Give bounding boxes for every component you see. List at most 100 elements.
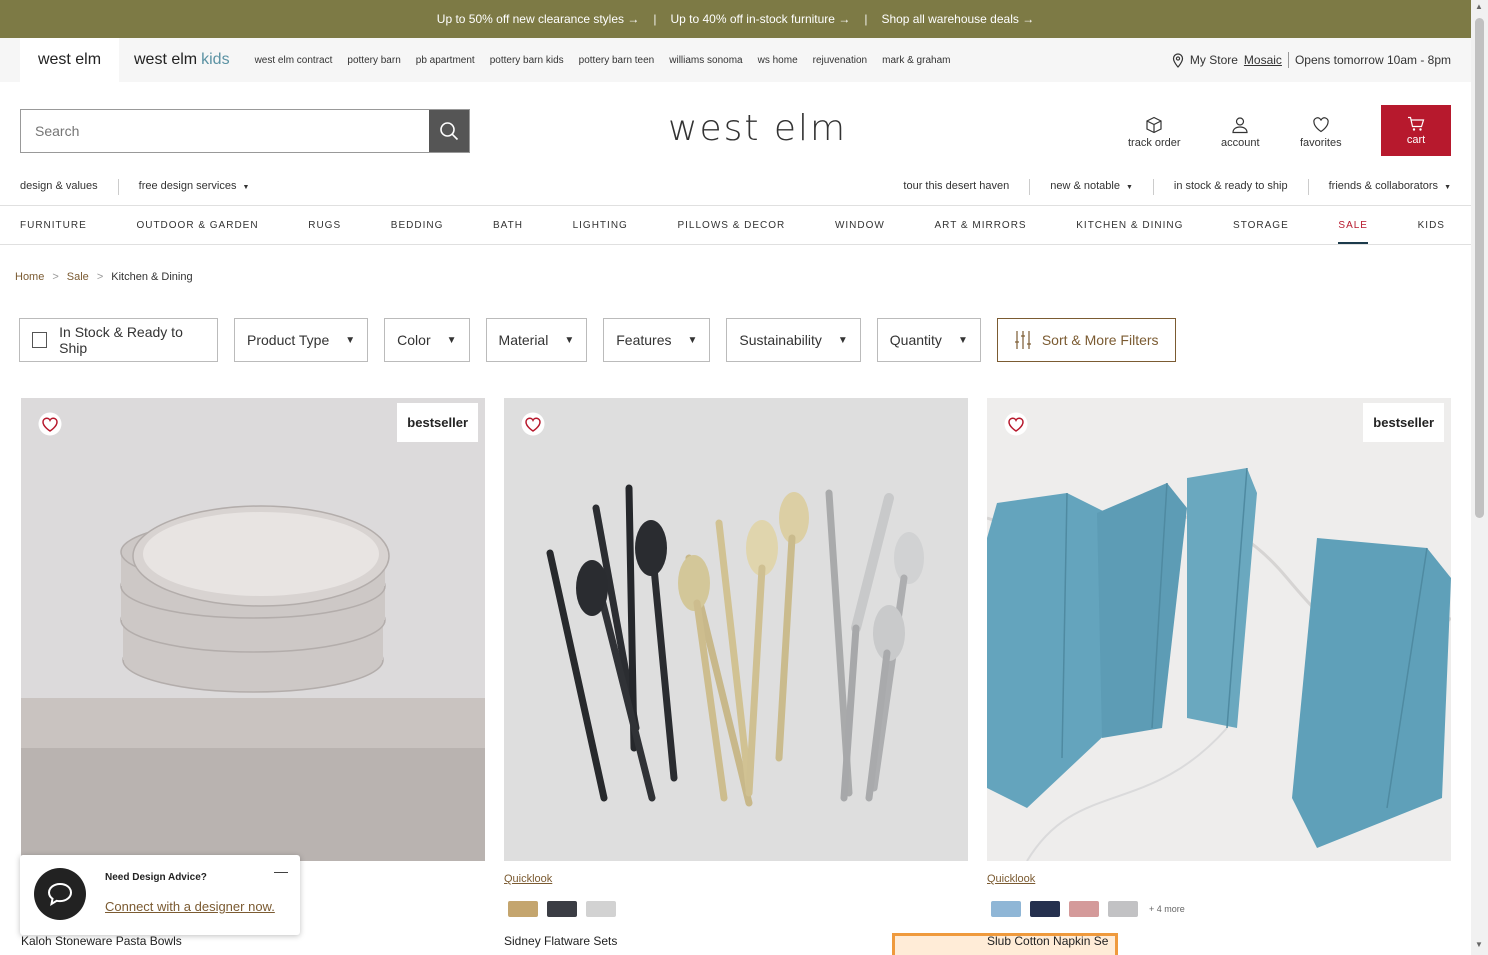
site-logo[interactable]: west elm <box>668 108 847 149</box>
nav-furniture[interactable]: FURNITURE <box>20 220 87 231</box>
swatch-pink[interactable] <box>1069 901 1099 917</box>
account-link[interactable]: account <box>1221 116 1260 149</box>
quicklook-link[interactable]: Quicklook <box>987 873 1035 885</box>
design-values-link[interactable]: design & values <box>20 180 98 195</box>
nav-window[interactable]: WINDOW <box>835 220 885 231</box>
sister-site-link[interactable]: williams sonoma <box>669 55 742 66</box>
scrollbar-thumb[interactable] <box>1475 18 1484 518</box>
nav-bedding[interactable]: BEDDING <box>391 220 444 231</box>
sister-site-link[interactable]: pottery barn <box>347 55 400 66</box>
main-navigation: FURNITURE OUTDOOR & GARDEN RUGS BEDDING … <box>0 205 1471 245</box>
sister-site-link[interactable]: mark & graham <box>882 55 950 66</box>
nav-sale[interactable]: SALE <box>1338 220 1368 244</box>
location-pin-icon <box>1172 52 1184 68</box>
sister-site-link[interactable]: pb apartment <box>416 55 475 66</box>
store-name-link[interactable]: Mosaic <box>1244 53 1282 67</box>
breadcrumb-home[interactable]: Home <box>15 271 44 283</box>
filter-sustainability[interactable]: Sustainability ▼ <box>726 318 861 362</box>
promo-clearance-link[interactable]: Up to 50% off new clearance styles → <box>437 12 640 26</box>
nav-storage[interactable]: STORAGE <box>1233 220 1289 231</box>
nav-pillows-decor[interactable]: PILLOWS & DECOR <box>677 220 785 231</box>
color-swatches <box>508 901 616 917</box>
product-image-napkins[interactable]: bestseller <box>987 398 1451 861</box>
sister-site-link[interactable]: ws home <box>758 55 798 66</box>
nav-outdoor-garden[interactable]: OUTDOOR & GARDEN <box>136 220 258 231</box>
swatch-gray[interactable] <box>1108 901 1138 917</box>
product-image-bowls[interactable]: bestseller <box>21 398 485 861</box>
bowls-photo <box>21 398 485 861</box>
box-icon <box>1146 116 1162 134</box>
checkbox[interactable] <box>32 332 48 348</box>
product-name[interactable]: Sidney Flatware Sets <box>504 934 617 948</box>
nav-kitchen-dining[interactable]: KITCHEN & DINING <box>1076 220 1183 231</box>
chat-minimize-button[interactable]: — <box>274 863 288 879</box>
sister-sites: west elm contract pottery barn pb apartm… <box>255 55 951 66</box>
scroll-up-arrow-icon[interactable]: ▲ <box>1475 2 1483 11</box>
filter-material[interactable]: Material ▼ <box>485 318 588 362</box>
scrollbar[interactable]: ▲ ▼ <box>1471 0 1488 955</box>
filter-features[interactable]: Features ▼ <box>603 318 711 362</box>
breadcrumb-sale[interactable]: Sale <box>67 271 89 283</box>
nav-bath[interactable]: BATH <box>493 220 523 231</box>
caret-down-icon: ▼ <box>564 334 575 346</box>
sister-site-link[interactable]: pottery barn teen <box>579 55 655 66</box>
quicklook-link[interactable]: Quicklook <box>504 873 552 885</box>
in-stock-checkbox-filter[interactable]: In Stock & Ready to Ship <box>19 318 218 362</box>
caret-down-icon: ▼ <box>687 334 698 346</box>
product-card[interactable]: bestseller <box>987 398 1451 861</box>
new-notable-link[interactable]: new & notable ▼ <box>1050 180 1133 195</box>
sort-more-filters-label: Sort & More Filters <box>1041 332 1159 348</box>
promo-furniture-link[interactable]: Up to 40% off in-stock furniture → <box>670 12 850 26</box>
search-input[interactable] <box>21 110 429 152</box>
search-button[interactable] <box>429 110 469 152</box>
swatch-gold[interactable] <box>508 901 538 917</box>
product-name[interactable]: Slub Cotton Napkin Se <box>987 934 1108 948</box>
nav-lighting[interactable]: LIGHTING <box>573 220 628 231</box>
more-swatches-link[interactable]: + 4 more <box>1149 904 1185 914</box>
friends-collaborators-label: friends & collaborators <box>1328 180 1439 192</box>
favorites-link[interactable]: favorites <box>1300 116 1342 149</box>
cart-label: cart <box>1406 133 1426 146</box>
promo-separator: | <box>864 12 868 26</box>
filter-product-type[interactable]: Product Type ▼ <box>234 318 369 362</box>
filter-quantity[interactable]: Quantity ▼ <box>876 318 981 362</box>
track-order-link[interactable]: track order <box>1128 116 1181 149</box>
bestseller-badge: bestseller <box>1363 403 1444 442</box>
scroll-down-arrow-icon[interactable]: ▼ <box>1475 940 1483 949</box>
brand-tab-west-elm-kids[interactable]: west elm kids <box>119 38 245 82</box>
swatch-light-blue[interactable] <box>991 901 1021 917</box>
sister-site-link[interactable]: west elm contract <box>255 55 333 66</box>
product-image-flatware[interactable] <box>504 398 968 861</box>
product-card[interactable] <box>504 398 968 861</box>
nav-art-mirrors[interactable]: ART & MIRRORS <box>935 220 1027 231</box>
favorite-heart-icon[interactable] <box>38 412 62 436</box>
sort-more-filters-button[interactable]: Sort & More Filters <box>996 318 1176 362</box>
sister-site-link[interactable]: pottery barn kids <box>490 55 564 66</box>
free-design-services-label: free design services <box>138 180 237 192</box>
free-design-services-link[interactable]: free design services ▼ <box>139 180 250 195</box>
swatch-black[interactable] <box>547 901 577 917</box>
brand-bar: west elm west elm kids west elm contract … <box>0 38 1471 82</box>
design-advice-chat-widget[interactable]: Need Design Advice? Connect with a desig… <box>20 855 300 935</box>
subnav-divider <box>1029 179 1031 195</box>
product-card[interactable]: bestseller <box>21 398 485 861</box>
friends-collaborators-link[interactable]: friends & collaborators ▼ <box>1329 180 1451 195</box>
connect-designer-link[interactable]: Connect with a designer now. <box>105 899 275 914</box>
sub-navigation: design & values free design services ▼ to… <box>0 172 1471 204</box>
filter-color[interactable]: Color ▼ <box>384 318 470 362</box>
brand-tab-west-elm[interactable]: west elm <box>20 38 119 82</box>
favorite-heart-icon[interactable] <box>1004 412 1028 436</box>
favorite-heart-icon[interactable] <box>521 412 545 436</box>
nav-kids[interactable]: KIDS <box>1418 220 1445 231</box>
promo-warehouse-link[interactable]: Shop all warehouse deals → <box>881 12 1034 26</box>
sister-site-link[interactable]: rejuvenation <box>813 55 867 66</box>
tour-desert-haven-link[interactable]: tour this desert haven <box>903 180 1009 195</box>
chat-bubble-icon[interactable] <box>34 868 86 920</box>
nav-rugs[interactable]: RUGS <box>308 220 341 231</box>
swatch-navy[interactable] <box>1030 901 1060 917</box>
in-stock-link[interactable]: in stock & ready to ship <box>1174 180 1288 195</box>
product-name[interactable]: Kaloh Stoneware Pasta Bowls <box>21 934 182 948</box>
swatch-silver[interactable] <box>586 901 616 917</box>
cart-button[interactable]: cart <box>1381 105 1451 156</box>
breadcrumb-separator: > <box>96 271 104 283</box>
